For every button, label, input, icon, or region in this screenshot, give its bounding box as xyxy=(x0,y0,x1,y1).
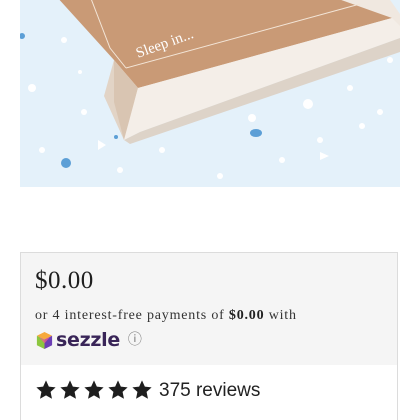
installment-amount: $0.00 xyxy=(228,308,265,323)
star-icon xyxy=(132,380,152,399)
reviews-link[interactable]: 375 reviews xyxy=(159,379,260,403)
info-icon[interactable]: ⓘ xyxy=(128,329,142,351)
star-icon xyxy=(60,380,80,399)
sezzle-row[interactable]: sezzle ⓘ xyxy=(35,329,142,351)
installment-suffix: with xyxy=(264,308,297,323)
sezzle-logo-icon xyxy=(36,331,53,349)
star-rating xyxy=(35,379,153,401)
star-icon xyxy=(84,380,104,399)
star-icon xyxy=(108,380,128,399)
reviews-panel[interactable]: 375 reviews xyxy=(21,365,397,420)
star-icon xyxy=(36,380,56,399)
product-image: Sleep in... xyxy=(20,0,400,187)
sezzle-logo-text: sezzle xyxy=(56,329,120,351)
product-page: Sleep in... $0.00 or 4 interest-free pay… xyxy=(0,0,420,420)
installment-message: or 4 interest-free payments of $0.00 wit… xyxy=(35,308,297,324)
price-card: $0.00 or 4 interest-free payments of $0.… xyxy=(20,252,398,420)
installment-prefix: or 4 interest-free payments of xyxy=(35,308,229,323)
product-price: $0.00 xyxy=(35,267,94,294)
